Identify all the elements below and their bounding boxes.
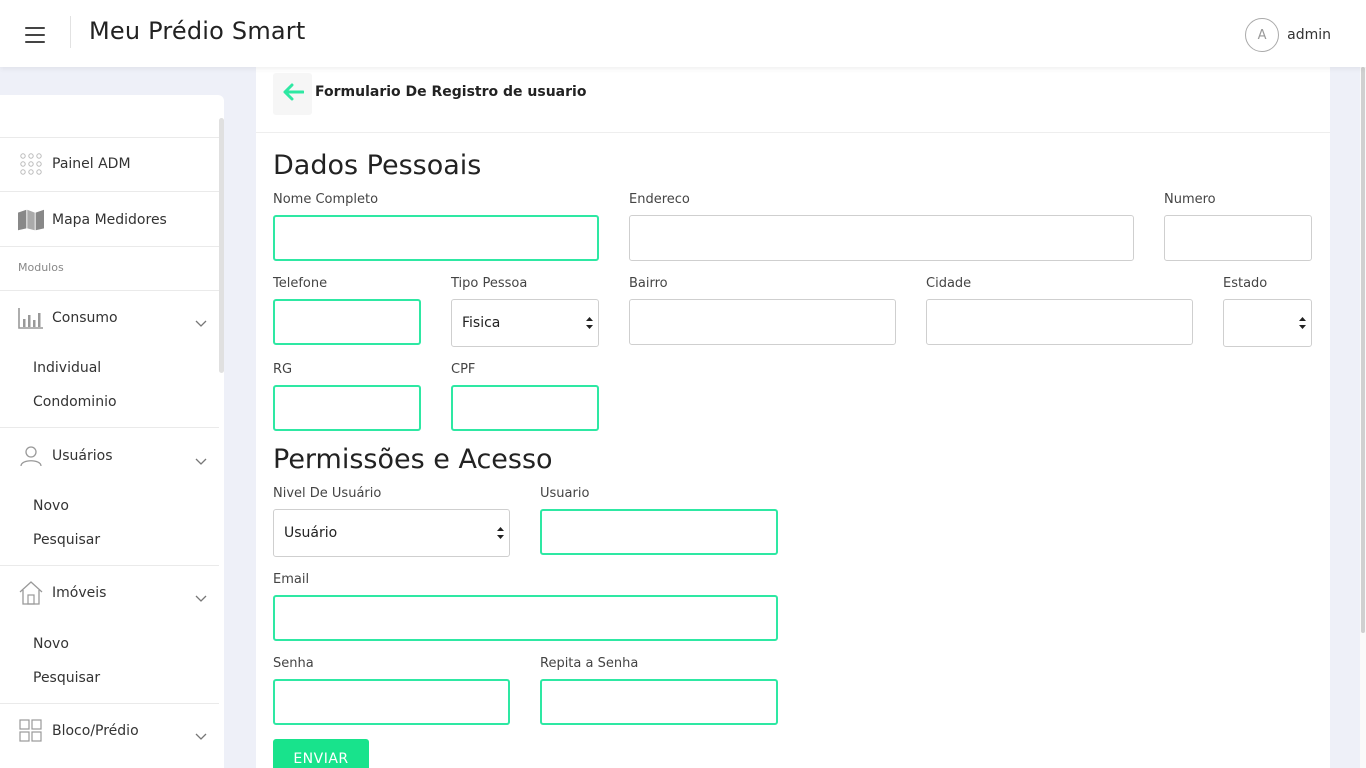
sidebar-item-painel[interactable]: Painel ADM	[0, 150, 219, 178]
sidebar-subitem-novo-imovel[interactable]: Novo	[33, 636, 69, 652]
sidebar-item-usuarios[interactable]: Usuários	[0, 442, 219, 470]
section-title-dados: Dados Pessoais	[273, 150, 482, 181]
sidebar-subitem-individual[interactable]: Individual	[33, 360, 101, 376]
tipo-pessoa-label: Tipo Pessoa	[451, 276, 528, 291]
chevron-down-icon	[195, 726, 207, 745]
usuario-label: Usuario	[540, 486, 590, 501]
repita-senha-input[interactable]	[540, 679, 778, 725]
user-name: admin	[1287, 27, 1331, 43]
sidebar-subitem-condominio[interactable]: Condominio	[33, 394, 117, 410]
submit-button[interactable]: ENVIAR	[273, 739, 369, 768]
divider	[0, 703, 219, 704]
rg-input[interactable]	[273, 385, 421, 431]
bairro-input[interactable]	[629, 299, 896, 345]
cidade-input[interactable]	[926, 299, 1193, 345]
telefone-input[interactable]	[273, 299, 421, 345]
divider	[0, 191, 219, 192]
top-bar: Meu Prédio Smart A admin	[0, 0, 1366, 67]
divider	[0, 565, 219, 566]
app-title: Meu Prédio Smart	[89, 17, 306, 45]
sidebar-item-label: Imóveis	[52, 585, 107, 601]
select-value: Fisica	[462, 315, 501, 331]
sidebar-item-label: Painel ADM	[52, 156, 131, 172]
estado-label: Estado	[1223, 276, 1268, 291]
sidebar-item-consumo[interactable]: Consumo	[0, 304, 219, 332]
numero-label: Numero	[1164, 192, 1216, 207]
chevron-down-icon	[195, 313, 207, 332]
sidebar-subitem-pesquisar-usuario[interactable]: Pesquisar	[33, 532, 100, 548]
nivel-select[interactable]: Usuário	[273, 509, 510, 557]
sidebar-item-label: Mapa Medidores	[52, 212, 167, 228]
repita-senha-label: Repita a Senha	[540, 656, 639, 671]
email-label: Email	[273, 572, 310, 587]
blocks-icon	[18, 718, 44, 744]
divider	[0, 137, 219, 138]
user-menu[interactable]: A admin	[1245, 18, 1331, 52]
sidebar: Painel ADM Mapa Medidores Modulos Consum…	[0, 95, 224, 768]
sidebar-item-mapa[interactable]: Mapa Medidores	[0, 206, 219, 234]
menu-toggle-icon[interactable]	[25, 27, 45, 43]
user-icon	[18, 443, 44, 469]
bairro-label: Bairro	[629, 276, 668, 291]
senha-input[interactable]	[273, 679, 510, 725]
nome-label: Nome Completo	[273, 192, 379, 207]
cidade-label: Cidade	[926, 276, 972, 291]
nivel-label: Nivel De Usuário	[273, 486, 382, 501]
section-label: Modulos	[18, 261, 64, 274]
scrollbar-thumb[interactable]	[1361, 67, 1365, 633]
select-value: Usuário	[284, 525, 338, 541]
sidebar-item-imoveis[interactable]: Imóveis	[0, 579, 219, 607]
endereco-label: Endereco	[629, 192, 690, 207]
house-icon	[18, 580, 44, 606]
usuario-input[interactable]	[540, 509, 778, 555]
grid-dots-icon	[18, 151, 44, 177]
form-title: Formulario De Registro de usuario	[315, 84, 587, 100]
avatar: A	[1245, 18, 1280, 52]
divider	[0, 290, 219, 291]
email-input[interactable]	[273, 595, 778, 641]
nome-input[interactable]	[273, 215, 599, 261]
tipo-pessoa-select[interactable]: Fisica	[451, 299, 599, 347]
sidebar-subitem-novo-usuario[interactable]: Novo	[33, 498, 69, 514]
map-icon	[18, 207, 44, 233]
senha-label: Senha	[273, 656, 314, 671]
sidebar-scrollbar[interactable]	[219, 118, 224, 373]
arrow-left-icon	[282, 83, 304, 105]
cpf-label: CPF	[451, 362, 476, 377]
endereco-input[interactable]	[629, 215, 1134, 261]
divider	[70, 16, 71, 48]
sidebar-item-bloco[interactable]: Bloco/Prédio	[0, 717, 219, 745]
sidebar-item-label: Usuários	[52, 448, 113, 464]
section-title-permissoes: Permissões e Acesso	[273, 444, 553, 475]
select-arrows-icon	[586, 316, 593, 330]
chevron-down-icon	[195, 588, 207, 607]
back-button[interactable]	[273, 73, 312, 115]
sidebar-item-label: Consumo	[52, 310, 118, 326]
panel-header: Formulario De Registro de usuario	[256, 67, 1330, 133]
select-arrows-icon	[1299, 316, 1306, 330]
divider	[0, 427, 219, 428]
sidebar-item-label: Bloco/Prédio	[52, 723, 139, 739]
numero-input[interactable]	[1164, 215, 1312, 261]
select-arrows-icon	[497, 526, 504, 540]
page-scrollbar[interactable]	[1360, 67, 1366, 768]
sidebar-subitem-pesquisar-imovel[interactable]: Pesquisar	[33, 670, 100, 686]
chevron-down-icon	[195, 451, 207, 470]
form-panel: Formulario De Registro de usuario Dados …	[256, 67, 1330, 768]
divider	[0, 246, 219, 247]
cpf-input[interactable]	[451, 385, 599, 431]
rg-label: RG	[273, 362, 293, 377]
bar-chart-icon	[18, 305, 44, 331]
telefone-label: Telefone	[273, 276, 328, 291]
estado-select[interactable]	[1223, 299, 1312, 347]
